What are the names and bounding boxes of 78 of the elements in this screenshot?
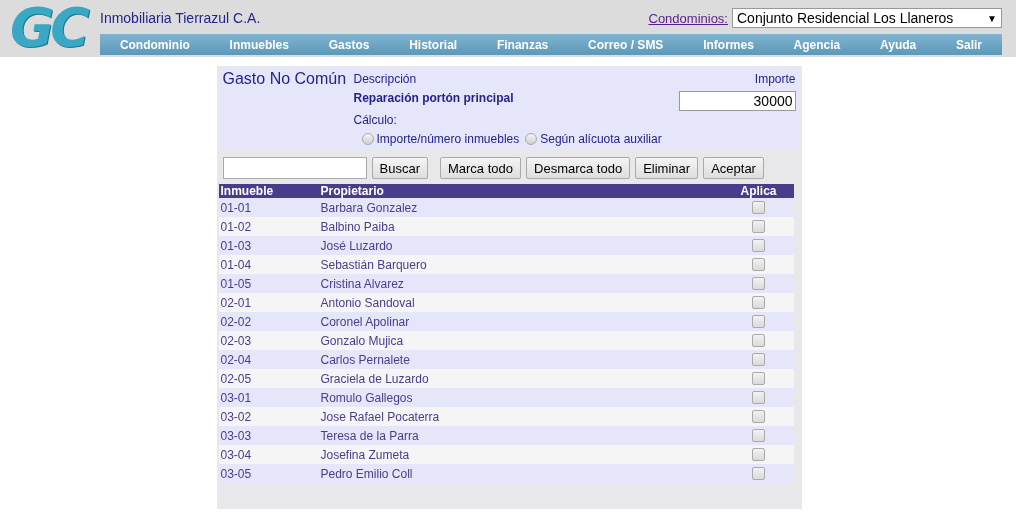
table-cell-text: Josefina Zumeta [320,447,411,462]
nav-item[interactable]: Informes [703,37,754,52]
table-cell-text: Sebastián Barquero [320,257,428,272]
checkbox[interactable] [752,429,765,442]
form-title: Gasto No Común [222,69,348,89]
search-field[interactable] [222,157,367,179]
table-cell-text: 02-01 [219,295,253,310]
table-cell-text: Romulo Gallegos [320,390,414,405]
nav-item[interactable]: Ayuda [880,37,917,52]
nav-item[interactable]: Condominio [119,37,190,52]
table-cell-text: 02-02 [219,314,253,329]
description-label: Descripción [353,72,418,87]
radio-label: Importe/número inmuebles [376,132,520,146]
table-cell-text: 02-03 [219,333,253,348]
table-cell-text: Gonzalo Mujica [320,333,405,348]
checkbox[interactable] [752,315,765,328]
table-cell-text: Coronel Apolinar [320,314,411,329]
toolbar-button[interactable]: Desmarca todo [526,157,631,179]
table-cell-text: 01-02 [219,219,253,234]
table-cell-text: Balbino Paiba [320,219,396,234]
table-cell-text: 01-01 [219,200,253,215]
table-cell-text: Antonio Sandoval [320,295,416,310]
toolbar-button[interactable]: Aceptar [703,157,764,179]
importe-label: Importe [754,72,796,87]
nav-item[interactable]: Agencia [793,37,841,52]
table-cell-text: Graciela de Luzardo [320,371,430,386]
column-header: Aplica [739,184,778,198]
table-cell-text: Teresa de la Parra [320,428,420,443]
table-cell-text: 02-04 [219,352,253,367]
table-cell-text: 03-03 [219,428,253,443]
toolbar-button[interactable]: Eliminar [635,157,699,179]
nav-item[interactable]: Finanzas [496,37,549,52]
description-text: Reparación portón principal [353,91,515,105]
checkbox[interactable] [752,353,765,366]
checkbox[interactable] [752,334,765,347]
checkbox[interactable] [752,391,765,404]
table-cell-text: 03-04 [219,447,253,462]
checkbox[interactable] [752,201,765,214]
toolbar-button[interactable]: Marca todo [439,157,521,179]
importe-field[interactable]: 30000 [678,91,796,111]
radio-label: Según alícuota auxiliar [540,132,662,146]
column-header: Propietario [320,184,385,198]
table-cell-text: José Luzardo [320,238,394,253]
radio-button[interactable] [525,133,538,145]
table-cell-text: 03-01 [219,390,253,405]
checkbox[interactable] [752,239,765,252]
table-cell-text: 01-05 [219,276,253,291]
nav-item[interactable]: Gastos [328,37,370,52]
company-name: Inmobiliaria Tierrazul C.A. [100,10,262,26]
table-cell-text: Barbara Gonzalez [320,200,419,215]
table-cell-text: Cristina Alvarez [320,276,405,291]
nav-item[interactable]: Inmuebles [229,37,289,52]
checkbox[interactable] [752,372,765,385]
table-cell-text: 02-05 [219,371,253,386]
column-header: Inmueble [219,184,275,198]
logo: GC [10,2,88,57]
checkbox[interactable] [752,467,765,480]
table-cell-text: 03-02 [219,409,253,424]
checkbox[interactable] [752,296,765,309]
table-cell-text: Jose Rafael Pocaterra [320,409,441,424]
checkbox[interactable] [752,220,765,233]
nav-item[interactable]: Salir [956,37,982,52]
nav-item[interactable]: Correo / SMS [588,37,664,52]
radio-button[interactable] [361,133,374,145]
condominios-link[interactable]: Condominios: [648,10,728,26]
table-cell-text: Pedro Emilio Coll [320,466,414,481]
nav-item[interactable]: Historial [409,37,458,52]
table-cell-text: 03-05 [219,466,253,481]
table-cell-text: 01-03 [219,238,253,253]
checkbox[interactable] [752,277,765,290]
toolbar-button[interactable]: Buscar [371,157,428,179]
table-cell-text: 01-04 [219,257,253,272]
condominio-select[interactable]: Conjunto Residencial Los Llaneros ▼ [732,8,1002,28]
checkbox[interactable] [752,410,765,423]
checkbox[interactable] [752,258,765,271]
table-cell-text: Carlos Pernalete [320,352,411,367]
checkbox[interactable] [752,448,765,461]
calculo-label: Cálculo: [353,113,398,128]
